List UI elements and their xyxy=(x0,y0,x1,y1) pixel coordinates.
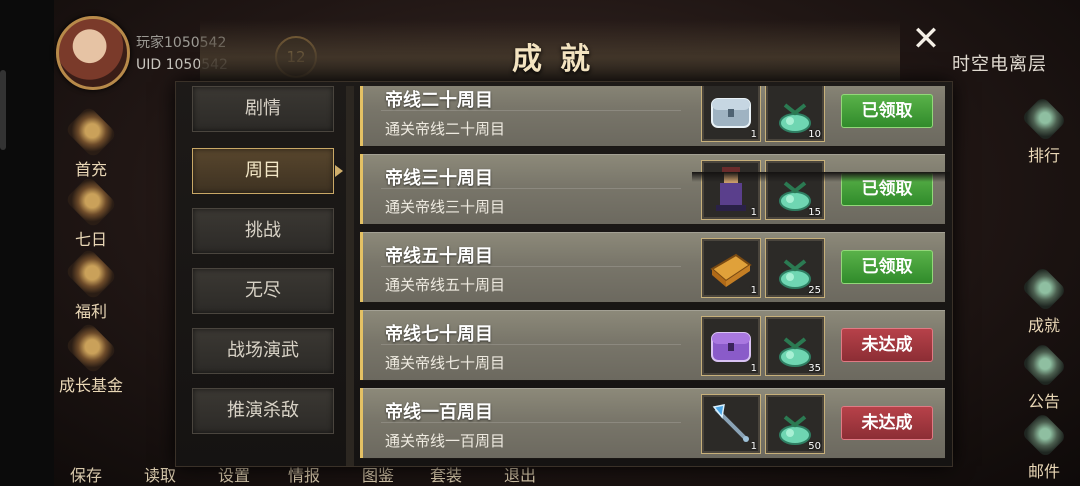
welfare-label: 福利 xyxy=(74,302,107,321)
treasure-icon xyxy=(64,247,118,301)
zone-label: 时空电离层 xyxy=(952,54,1047,75)
ranking-icon xyxy=(1021,96,1067,142)
achievement-row: 帝线三十周目 通关帝线三十周目 1 15 已领取 xyxy=(360,154,945,224)
reward-count: 1 xyxy=(750,285,757,296)
tab-endless[interactable]: 无尽 xyxy=(192,268,334,314)
reward-slot[interactable]: 35 xyxy=(765,316,825,376)
row-divider xyxy=(381,110,681,111)
row-divider xyxy=(381,344,681,345)
reward-count: 50 xyxy=(808,441,821,452)
game-screen: 玩家1050542 UID 1050542 12 时空电离层 首充 七日 福利 … xyxy=(0,0,1080,486)
achievement-desc: 通关帝线七十周目 xyxy=(385,354,506,372)
reward-count: 15 xyxy=(808,207,821,218)
tab-battle-drill[interactable]: 战场演武 xyxy=(192,328,334,374)
achievement-label: 成就 xyxy=(1027,316,1060,335)
reward-slot[interactable]: 10 xyxy=(765,86,825,142)
first-recharge-button[interactable]: 首充 xyxy=(58,105,124,180)
achievement-desc: 通关帝线二十周目 xyxy=(385,120,506,138)
reward-slot[interactable]: 50 xyxy=(765,394,825,454)
horn-icon xyxy=(1021,342,1067,388)
mail-icon xyxy=(1021,412,1067,458)
achievement-desc: 通关帝线五十周目 xyxy=(385,276,506,294)
achievement-row: 帝线一百周目 通关帝线一百周目 1 50 未达成 xyxy=(360,388,945,458)
achievement-name: 帝线五十周目 xyxy=(385,246,493,267)
achievement-list[interactable]: 帝线二十周目 通关帝线二十周目 1 10 已领取 帝线三十周目 通关帝线三十周目… xyxy=(346,86,950,466)
first-recharge-label: 首充 xyxy=(74,160,107,179)
edge-handle xyxy=(0,70,6,150)
scroll-icon xyxy=(64,175,118,229)
seven-day-button[interactable]: 七日 xyxy=(58,175,124,250)
reward-slot[interactable]: 1 xyxy=(701,238,761,298)
reward-count: 1 xyxy=(750,207,757,218)
achievement-row: 帝线七十周目 通关帝线七十周目 1 35 未达成 xyxy=(360,310,945,380)
reward-slot[interactable]: 25 xyxy=(765,238,825,298)
notice-button[interactable]: 公告 xyxy=(1014,342,1074,412)
ranking-button[interactable]: 排行 xyxy=(1014,96,1074,166)
growth-fund-button[interactable]: 成长基金 xyxy=(58,321,124,396)
coins-icon xyxy=(64,321,118,375)
achievement-button[interactable]: 成就 xyxy=(1014,266,1074,336)
not-achieved-status: 未达成 xyxy=(841,406,933,440)
notice-label: 公告 xyxy=(1027,392,1060,411)
tab-simulate-kill[interactable]: 推演杀敌 xyxy=(192,388,334,434)
achievement-desc: 通关帝线一百周目 xyxy=(385,432,506,450)
list-fade xyxy=(692,172,950,182)
mail-button[interactable]: 邮件 xyxy=(1014,412,1074,482)
tab-story[interactable]: 剧情 xyxy=(192,86,334,132)
reward-count: 1 xyxy=(750,441,757,452)
seven-day-label: 七日 xyxy=(74,230,107,249)
ranking-label: 排行 xyxy=(1027,146,1060,165)
jade-icon xyxy=(1021,266,1067,312)
left-safe-area xyxy=(0,0,54,486)
claim-status-button[interactable]: 已领取 xyxy=(841,94,933,128)
reward-slot[interactable]: 1 xyxy=(701,160,761,220)
reward-slot[interactable]: 1 xyxy=(701,394,761,454)
save-button[interactable]: 保存 xyxy=(70,462,102,486)
tab-list: 剧情 周目 挑战 无尽 战场演武 推演杀敌 xyxy=(190,86,343,466)
not-achieved-status: 未达成 xyxy=(841,328,933,362)
reward-count: 1 xyxy=(750,363,757,374)
reward-count: 25 xyxy=(808,285,821,296)
reward-slot[interactable]: 1 xyxy=(701,316,761,376)
close-button[interactable]: ✕ xyxy=(908,22,944,58)
reward-count: 1 xyxy=(750,129,757,140)
panel-title: 成就 xyxy=(512,42,608,77)
load-button[interactable]: 读取 xyxy=(144,462,176,486)
reward-slot[interactable]: 1 xyxy=(701,86,761,142)
row-divider xyxy=(381,266,681,267)
achievement-name: 帝线二十周目 xyxy=(385,90,493,111)
row-divider xyxy=(381,422,681,423)
reward-count: 35 xyxy=(808,363,821,374)
tab-challenge[interactable]: 挑战 xyxy=(192,208,334,254)
tab-rounds[interactable]: 周目 xyxy=(192,148,343,194)
achievement-row: 帝线五十周目 通关帝线五十周目 1 25 已领取 xyxy=(360,232,945,302)
mail-label: 邮件 xyxy=(1027,462,1060,481)
row-divider xyxy=(381,188,681,189)
reward-count: 10 xyxy=(808,129,821,140)
growth-fund-label: 成长基金 xyxy=(58,376,123,395)
achievement-name: 帝线七十周目 xyxy=(385,324,493,345)
claim-status-button[interactable]: 已领取 xyxy=(841,250,933,284)
achievement-name: 帝线三十周目 xyxy=(385,168,493,189)
player-avatar[interactable] xyxy=(56,16,130,90)
welfare-button[interactable]: 福利 xyxy=(58,247,124,322)
achievement-row: 帝线二十周目 通关帝线二十周目 1 10 已领取 xyxy=(360,86,945,146)
gift-icon xyxy=(64,105,118,159)
reward-slot[interactable]: 15 xyxy=(765,160,825,220)
achievement-desc: 通关帝线三十周目 xyxy=(385,198,506,216)
achievement-name: 帝线一百周目 xyxy=(385,402,493,423)
